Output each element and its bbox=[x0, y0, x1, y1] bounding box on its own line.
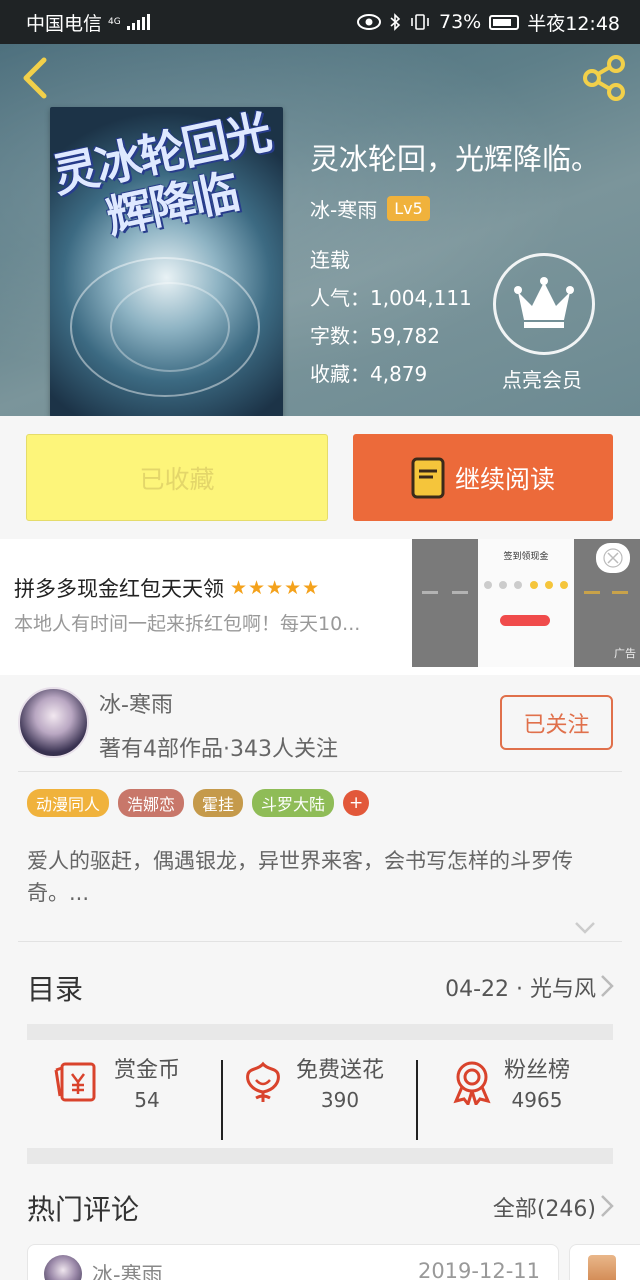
status-bar: 中国电信 4G 73% 半夜12:48 bbox=[0, 0, 640, 44]
clock: 半夜12:48 bbox=[527, 12, 620, 35]
all-comments-link[interactable]: 全部(246) bbox=[493, 1191, 596, 1223]
book-author-line: 冰-寒雨 Lv5 bbox=[310, 194, 430, 223]
back-icon[interactable] bbox=[16, 54, 56, 102]
ad-tag: 广告 bbox=[614, 647, 636, 660]
word-count: 字数：59,782 bbox=[310, 324, 440, 348]
book-header: 灵冰轮回光辉降临 灵冰轮回，光辉降临。 冰-寒雨 Lv5 连载 人气：1,004… bbox=[0, 44, 640, 416]
comment-date: 2019-12-11 bbox=[417, 1259, 540, 1280]
follow-button[interactable]: 已关注 bbox=[500, 695, 613, 750]
battery-percent: 73% bbox=[439, 11, 482, 33]
tag-item[interactable]: 霍挂 bbox=[193, 789, 244, 817]
ad-rating-stars: ★★★★★ bbox=[230, 577, 321, 599]
hot-comments: 热门评论 全部(246) 冰-寒雨 2019-12-11 bbox=[0, 1164, 640, 1280]
ad-subtitle: 本地人有时间一起来拆红包啊！每天10... bbox=[14, 613, 361, 635]
favorited-button[interactable]: 已收藏 bbox=[26, 434, 328, 521]
hot-comments-title: 热门评论 bbox=[27, 1193, 140, 1226]
tag-item[interactable]: 动漫同人 bbox=[27, 789, 110, 817]
fan-rank-stat[interactable]: 粉丝榜 4965 bbox=[452, 1052, 570, 1112]
fan-rank-value: 4965 bbox=[511, 1088, 563, 1112]
comment-card[interactable] bbox=[569, 1244, 640, 1280]
table-of-contents[interactable]: 目录 04-22 · 光与风 bbox=[0, 944, 640, 1024]
divider bbox=[18, 771, 622, 772]
toc-title: 目录 bbox=[27, 973, 84, 1006]
serial-status: 连载 bbox=[310, 248, 350, 272]
ad-close-button[interactable] bbox=[596, 543, 630, 573]
tag-item[interactable]: 浩娜恋 bbox=[118, 789, 185, 817]
chevron-right-icon bbox=[601, 1195, 614, 1217]
battery-icon bbox=[489, 14, 520, 30]
fan-rank-label: 粉丝榜 bbox=[504, 1058, 571, 1083]
tag-item[interactable]: 斗罗大陆 bbox=[252, 789, 335, 817]
close-icon bbox=[603, 548, 623, 568]
support-stats: 赏金币 54 免费送花 390 粉丝榜 4965 bbox=[0, 1040, 640, 1148]
favorited-label: 已收藏 bbox=[139, 464, 215, 494]
section-separator bbox=[27, 1024, 613, 1040]
carrier-label: 中国电信 bbox=[26, 12, 103, 35]
follow-label: 已关注 bbox=[523, 712, 590, 738]
reward-coin-value: 54 bbox=[134, 1088, 160, 1112]
favorites-count: 收藏：4,879 bbox=[310, 362, 428, 386]
ad-banner[interactable]: 拼多多现金红包天天领 ★★★★★ 本地人有时间一起来拆红包啊！每天10... 签… bbox=[0, 539, 640, 675]
vibrate-icon bbox=[411, 14, 429, 30]
tag-list: 动漫同人 浩娜恋 霍挂 斗罗大陆 + bbox=[27, 789, 370, 817]
medal-icon bbox=[453, 1061, 491, 1105]
network-badge: 4G bbox=[108, 16, 121, 27]
cover-title: 灵冰轮回光辉降临 bbox=[50, 107, 275, 245]
author-name[interactable]: 冰-寒雨 bbox=[99, 687, 173, 719]
chevron-down-icon[interactable] bbox=[574, 921, 596, 935]
ad-image-title: 签到领现金 bbox=[503, 552, 549, 562]
continue-reading-button[interactable]: 继续阅读 bbox=[353, 434, 613, 521]
commenter-avatar bbox=[44, 1255, 82, 1280]
flower-value: 390 bbox=[320, 1088, 360, 1112]
book-title: 灵冰轮回，光辉降临。 bbox=[310, 142, 601, 176]
comment-card[interactable]: 冰-寒雨 2019-12-11 bbox=[27, 1244, 559, 1280]
action-bar: 已收藏 继续阅读 bbox=[0, 416, 640, 539]
book-author[interactable]: 冰-寒雨 bbox=[310, 194, 377, 223]
section-separator bbox=[27, 1148, 613, 1164]
book-cover[interactable]: 灵冰轮回光辉降临 bbox=[50, 107, 283, 416]
flower-stat[interactable]: 免费送花 390 bbox=[242, 1052, 384, 1112]
share-icon[interactable] bbox=[578, 54, 630, 102]
add-tag-button[interactable]: + bbox=[343, 790, 370, 816]
author-stats: 著有4部作品·343人关注 bbox=[99, 737, 338, 762]
latest-chapter[interactable]: 04-22 · 光与风 bbox=[445, 971, 596, 1003]
author-avatar[interactable] bbox=[18, 687, 89, 758]
bluetooth-icon bbox=[390, 13, 401, 31]
level-badge: Lv5 bbox=[387, 196, 430, 221]
commenter-avatar bbox=[588, 1255, 616, 1280]
flower-icon bbox=[246, 1061, 280, 1102]
ad-title: 拼多多现金红包天天领 bbox=[14, 577, 224, 601]
reward-coin-label: 赏金币 bbox=[114, 1058, 181, 1083]
continue-reading-label: 继续阅读 bbox=[454, 464, 555, 494]
eye-icon bbox=[357, 14, 381, 30]
divider bbox=[18, 941, 622, 942]
reward-coin-icon bbox=[54, 1062, 96, 1102]
crown-icon bbox=[514, 277, 574, 328]
vip-button[interactable] bbox=[493, 253, 595, 355]
popularity: 人气：1,004,111 bbox=[310, 286, 472, 310]
book-description: 爱人的驱赶，偶遇银龙，异世界来客，会书写怎样的斗罗传奇。... bbox=[27, 849, 573, 905]
flower-label: 免费送花 bbox=[296, 1058, 385, 1083]
book-icon bbox=[411, 457, 445, 498]
signal-icon bbox=[126, 14, 150, 30]
chevron-right-icon bbox=[601, 975, 614, 997]
vip-label[interactable]: 点亮会员 bbox=[502, 364, 582, 393]
commenter-name: 冰-寒雨 bbox=[92, 1263, 163, 1280]
reward-coin-stat[interactable]: 赏金币 54 bbox=[54, 1052, 180, 1112]
